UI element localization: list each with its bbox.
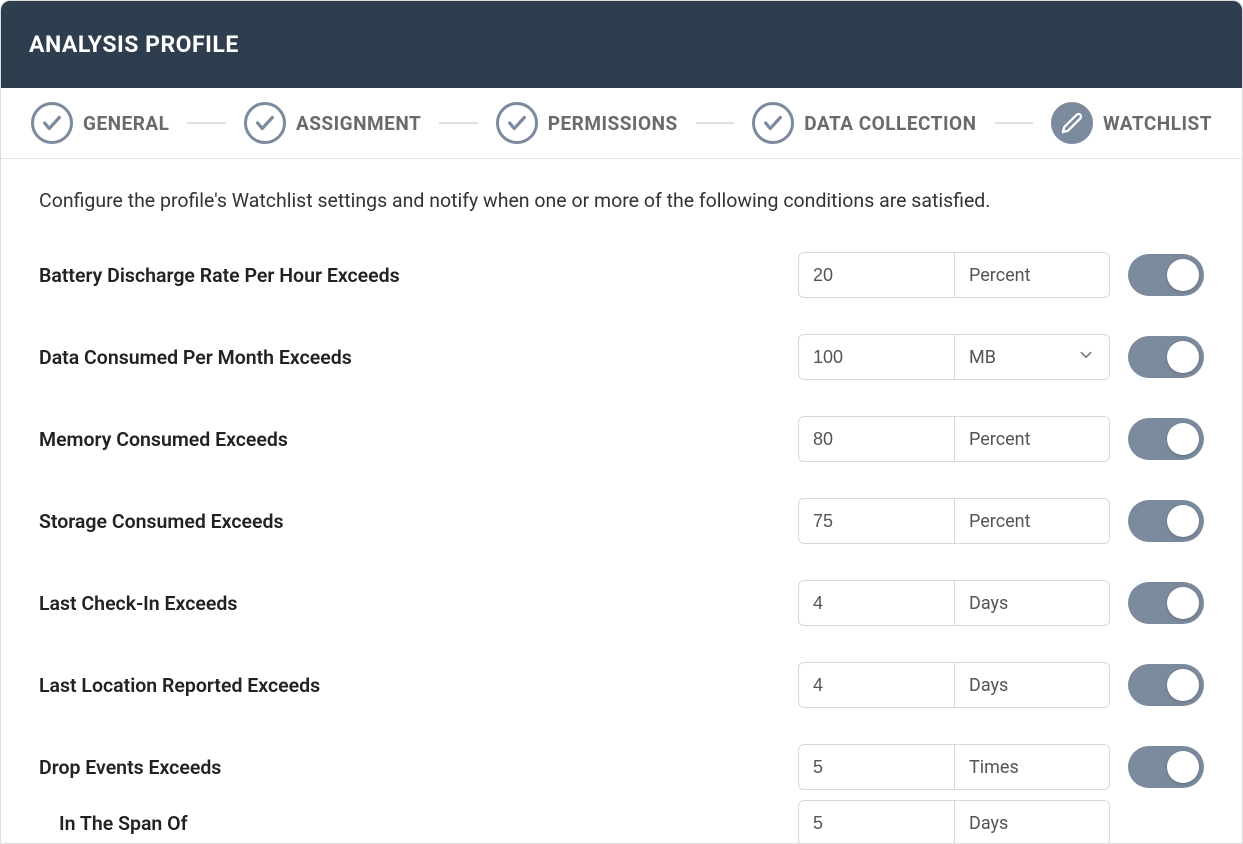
step-data-collection[interactable]: DATA COLLECTION (752, 102, 976, 144)
input-group: Days (798, 580, 1110, 626)
setting-controls: Percent (798, 252, 1204, 298)
unit-text: Days (969, 593, 1008, 614)
input-group: Percent (798, 416, 1110, 462)
input-group: Percent (798, 498, 1110, 544)
drop-events-value-input[interactable] (798, 744, 954, 790)
toggle-knob (1167, 259, 1199, 291)
toggle-knob (1167, 341, 1199, 373)
analysis-profile-panel: ANALYSIS PROFILE GENERAL ASSIGNMENT PERM… (0, 0, 1243, 844)
setting-controls: Percent (798, 498, 1204, 544)
setting-label: In The Span Of (39, 812, 798, 835)
last-checkin-toggle[interactable] (1128, 582, 1204, 624)
unit-text: Percent (969, 511, 1031, 532)
setting-label: Memory Consumed Exceeds (39, 428, 798, 451)
setting-last-location: Last Location Reported Exceeds Days (39, 662, 1204, 708)
input-group: Days (798, 800, 1110, 844)
input-group: Days (798, 662, 1110, 708)
setting-label: Battery Discharge Rate Per Hour Exceeds (39, 264, 798, 287)
setting-controls: Times (798, 744, 1204, 790)
setting-storage: Storage Consumed Exceeds Percent (39, 498, 1204, 544)
setting-controls: Days (798, 662, 1204, 708)
wizard-stepper: GENERAL ASSIGNMENT PERMISSIONS DATA COLL… (1, 88, 1242, 159)
battery-toggle[interactable] (1128, 254, 1204, 296)
setting-last-checkin: Last Check-In Exceeds Days (39, 580, 1204, 626)
input-group: Percent (798, 252, 1110, 298)
setting-label: Last Location Reported Exceeds (39, 674, 798, 697)
unit-label: Days (954, 800, 1110, 844)
unit-text: MB (969, 347, 996, 368)
checkmark-icon (244, 102, 286, 144)
setting-drop-span: In The Span Of Days (39, 800, 1204, 844)
setting-controls: MB (798, 334, 1204, 380)
unit-text: Days (969, 813, 1008, 834)
storage-value-input[interactable] (798, 498, 954, 544)
step-assignment[interactable]: ASSIGNMENT (244, 102, 421, 144)
toggle-knob (1167, 587, 1199, 619)
setting-data: Data Consumed Per Month Exceeds MB (39, 334, 1204, 380)
step-permissions[interactable]: PERMISSIONS (496, 102, 678, 144)
chevron-down-icon (1077, 346, 1095, 369)
setting-controls: Days (798, 800, 1204, 844)
drop-span-value-input[interactable] (798, 800, 954, 844)
toggle-knob (1167, 423, 1199, 455)
toggle-knob (1167, 669, 1199, 701)
checkmark-icon (496, 102, 538, 144)
data-unit-select[interactable]: MB (954, 334, 1110, 380)
unit-text: Percent (969, 429, 1031, 450)
step-label: DATA COLLECTION (804, 112, 976, 135)
setting-label: Data Consumed Per Month Exceeds (39, 346, 798, 369)
step-connector (439, 122, 477, 124)
last-location-toggle[interactable] (1128, 664, 1204, 706)
step-watchlist[interactable]: WATCHLIST (1051, 102, 1212, 144)
watchlist-content: Configure the profile's Watchlist settin… (1, 159, 1242, 844)
storage-toggle[interactable] (1128, 500, 1204, 542)
intro-text: Configure the profile's Watchlist settin… (39, 189, 1204, 212)
memory-toggle[interactable] (1128, 418, 1204, 460)
setting-controls: Days (798, 580, 1204, 626)
unit-label: Percent (954, 416, 1110, 462)
checkmark-icon (752, 102, 794, 144)
data-toggle[interactable] (1128, 336, 1204, 378)
toggle-knob (1167, 505, 1199, 537)
drop-events-toggle[interactable] (1128, 746, 1204, 788)
last-location-value-input[interactable] (798, 662, 954, 708)
setting-label: Storage Consumed Exceeds (39, 510, 798, 533)
input-group: Times (798, 744, 1110, 790)
step-general[interactable]: GENERAL (31, 102, 169, 144)
panel-title: ANALYSIS PROFILE (29, 31, 1214, 58)
pencil-icon (1051, 102, 1093, 144)
step-label: WATCHLIST (1103, 112, 1212, 135)
unit-label: Times (954, 744, 1110, 790)
panel-header: ANALYSIS PROFILE (1, 1, 1242, 88)
step-connector (696, 122, 734, 124)
step-label: ASSIGNMENT (296, 112, 421, 135)
step-label: GENERAL (83, 112, 169, 135)
battery-value-input[interactable] (798, 252, 954, 298)
unit-label: Percent (954, 498, 1110, 544)
unit-text: Percent (969, 265, 1031, 286)
input-group: MB (798, 334, 1110, 380)
unit-text: Days (969, 675, 1008, 696)
setting-battery: Battery Discharge Rate Per Hour Exceeds … (39, 252, 1204, 298)
unit-label: Days (954, 662, 1110, 708)
setting-drop-events: Drop Events Exceeds Times (39, 744, 1204, 790)
setting-label: Last Check-In Exceeds (39, 592, 798, 615)
step-label: PERMISSIONS (548, 112, 678, 135)
setting-controls: Percent (798, 416, 1204, 462)
unit-text: Times (969, 757, 1019, 778)
step-connector (995, 122, 1033, 124)
setting-memory: Memory Consumed Exceeds Percent (39, 416, 1204, 462)
checkmark-icon (31, 102, 73, 144)
setting-label: Drop Events Exceeds (39, 756, 798, 779)
toggle-knob (1167, 751, 1199, 783)
unit-label: Percent (954, 252, 1110, 298)
unit-label: Days (954, 580, 1110, 626)
step-connector (187, 122, 225, 124)
memory-value-input[interactable] (798, 416, 954, 462)
last-checkin-value-input[interactable] (798, 580, 954, 626)
data-value-input[interactable] (798, 334, 954, 380)
